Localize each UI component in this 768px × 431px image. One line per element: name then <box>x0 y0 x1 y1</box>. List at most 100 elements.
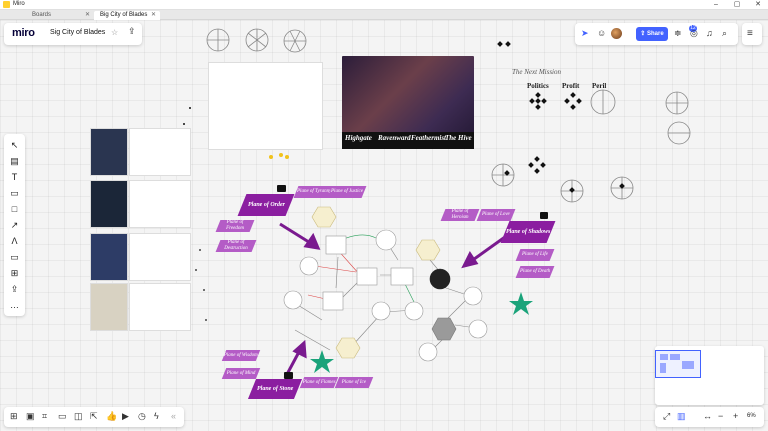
plane-label: Plane of Mind <box>226 370 256 376</box>
circle-node <box>463 286 483 306</box>
bell-icon[interactable]: ♫ <box>706 28 713 38</box>
frame-icon[interactable]: ▤ <box>4 154 25 168</box>
plane-freedom[interactable]: Plane of Freedom <box>215 220 255 232</box>
settings-sliders-icon[interactable]: ≑ <box>674 28 682 39</box>
plane-mind[interactable]: Plane of Mind <box>221 368 261 379</box>
plane-label: Plane of Heroism <box>451 209 469 220</box>
star-icon[interactable]: ☆ <box>111 28 118 37</box>
district-label: Feathermist <box>411 134 447 142</box>
upload-icon[interactable]: ⇪ <box>128 26 136 37</box>
character-sheet[interactable] <box>129 283 191 331</box>
window-title-bar: Miro – ▢ ✕ <box>0 0 768 10</box>
plane-wisdom[interactable]: Plane of Wisdom <box>221 350 261 361</box>
creation-toolbar: ↖ ▤ T ▭ □ ↗ Λ ▭ ⊞ ⇪ … <box>4 134 25 316</box>
ruler-icon[interactable]: ↔ <box>703 411 712 421</box>
chat-icon[interactable]: ◫ <box>74 411 83 422</box>
district-label: The Hive <box>445 134 472 142</box>
plane-flames[interactable]: Plane of Flames <box>299 377 339 388</box>
zoom-controls: ⤢ ▥ ↔ − + 6% <box>655 407 764 427</box>
collapse-icon[interactable]: « <box>171 411 176 421</box>
city-map-artwork[interactable]: Highgate Ravenward Feathermist The Hive <box>342 56 474 149</box>
square-node <box>390 267 414 286</box>
character-portrait[interactable] <box>90 233 128 281</box>
more-icon[interactable]: … <box>4 298 25 312</box>
plane-label: Plane of Flames <box>302 379 336 385</box>
board-menu[interactable]: ≡ <box>742 23 762 45</box>
plane-label: Plane of Freedom <box>226 220 244 231</box>
share-label: Share <box>647 31 664 37</box>
board-canvas[interactable]: Highgate Ravenward Feathermist The Hive … <box>0 20 768 431</box>
close-tab-icon[interactable]: ✕ <box>85 11 90 20</box>
circle-node <box>283 290 303 310</box>
circle-node <box>299 256 319 276</box>
character-portrait[interactable] <box>90 283 128 331</box>
plane-of-stone[interactable]: Plane of Stone <box>247 379 303 399</box>
tab-board[interactable]: Big City of Blades ✕ <box>94 11 160 20</box>
share-icon[interactable]: ⇱ <box>90 411 98 422</box>
sticky-note-icon[interactable]: ▭ <box>4 186 25 200</box>
maximize-button[interactable]: ▢ <box>727 0 747 10</box>
minimap-viewport[interactable] <box>655 350 701 378</box>
plane-ice[interactable]: Plane of Ice <box>334 377 374 388</box>
minimize-button[interactable]: – <box>706 0 726 10</box>
tab-label: Boards <box>32 12 52 18</box>
circle-node <box>371 301 391 321</box>
hex-node <box>415 239 441 261</box>
plane-label: Plane of Stone <box>256 386 294 392</box>
minimap-toggle-icon[interactable]: ▥ <box>677 411 686 422</box>
grid-icon[interactable]: ⊞ <box>10 411 18 422</box>
fit-screen-icon[interactable]: ⤢ <box>663 411 670 422</box>
character-sheet[interactable] <box>129 128 191 176</box>
lightning-icon[interactable]: ϟ <box>154 411 159 421</box>
character-sheet[interactable] <box>129 180 191 228</box>
comment-icon[interactable]: ▭ <box>58 411 67 422</box>
close-window-button[interactable]: ✕ <box>748 0 768 10</box>
line-icon[interactable]: Λ <box>4 234 25 248</box>
mission-header-peril: Peril <box>592 82 607 90</box>
plane-of-shadows[interactable]: Plane of Shadows <box>500 221 556 243</box>
board-title[interactable]: Sig City of Blades <box>50 29 105 36</box>
avatar[interactable] <box>611 28 622 39</box>
cursor-icon[interactable]: ↖ <box>4 138 25 152</box>
card-icon[interactable]: ▣ <box>26 411 35 422</box>
plane-destruction[interactable]: Plane of Destruction <box>215 240 257 252</box>
cursor-tracking-icon[interactable]: ➤ <box>581 28 589 39</box>
character-portrait[interactable] <box>90 128 128 176</box>
hex-node <box>311 206 337 228</box>
bottom-toolbar: ⊞ ▣ ⌗ ▭ ◫ ⇱ 👍 ▶ ◷ ϟ « <box>4 407 184 427</box>
character-sheet[interactable] <box>129 233 191 281</box>
plane-of-order[interactable]: Plane of Order <box>237 194 295 216</box>
crop-icon[interactable]: ⊞ <box>4 266 25 280</box>
plane-death[interactable]: Plane of Death <box>515 266 555 278</box>
like-icon[interactable]: 👍 <box>106 411 117 422</box>
zoom-in-button[interactable]: + <box>733 411 738 421</box>
plane-life[interactable]: Plane of Life <box>515 249 555 261</box>
share-button[interactable]: ⇪ Share <box>636 27 668 41</box>
pen-icon[interactable]: ↗ <box>4 218 25 232</box>
timer-icon[interactable]: ◷ <box>138 411 146 422</box>
zoom-out-button[interactable]: − <box>718 411 723 421</box>
crew-sheet-document[interactable] <box>208 62 323 150</box>
apps-icon[interactable]: ◎ <box>690 28 698 39</box>
zoom-level[interactable]: 6% <box>747 413 756 419</box>
circle-node <box>404 301 424 321</box>
video-icon[interactable]: ▶ <box>122 411 129 422</box>
text-icon[interactable]: T <box>4 170 25 184</box>
star-node <box>310 350 334 373</box>
miro-app-icon <box>3 1 10 8</box>
close-tab-icon[interactable]: ✕ <box>151 11 156 20</box>
search-icon[interactable]: ⌕ <box>722 28 727 39</box>
tab-boards[interactable]: Boards ✕ <box>26 11 94 20</box>
kanban-icon[interactable]: ⌗ <box>42 411 47 422</box>
plane-heroism[interactable]: Plane of Heroism <box>440 209 480 221</box>
character-portrait[interactable] <box>90 180 128 228</box>
reactions-icon[interactable]: ☺ <box>597 28 606 38</box>
comment-icon[interactable]: ▭ <box>4 250 25 264</box>
miro-logo[interactable]: miro <box>12 27 35 39</box>
shape-icon[interactable]: □ <box>4 202 25 216</box>
plane-love[interactable]: Plane of Love <box>476 209 516 221</box>
upload-icon[interactable]: ⇪ <box>4 282 25 296</box>
plane-justice[interactable]: Plane of Justice <box>327 186 367 198</box>
minimap[interactable] <box>655 346 764 405</box>
circle-node <box>468 319 488 339</box>
